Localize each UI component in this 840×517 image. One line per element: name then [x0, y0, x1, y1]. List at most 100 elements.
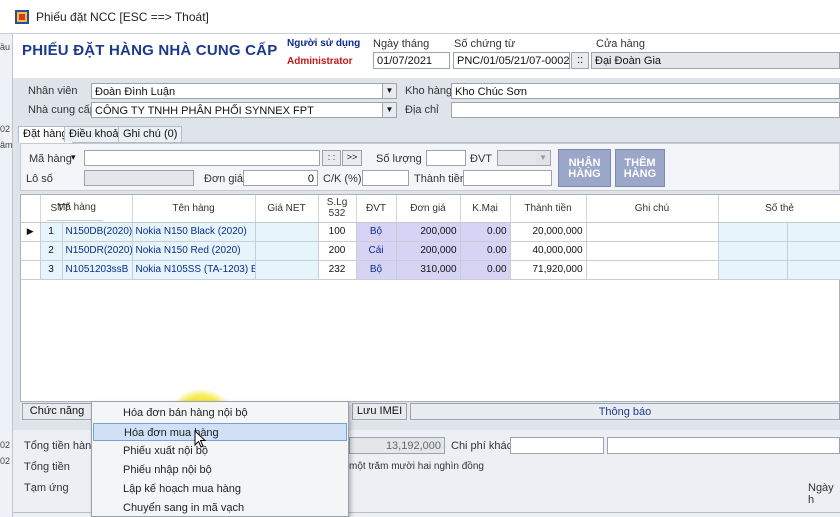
- other-cost-input[interactable]: [510, 437, 604, 454]
- save-imei-button[interactable]: Lưu IMEI: [352, 403, 407, 420]
- column-header[interactable]: ĐVT: [356, 195, 397, 223]
- cell-quantity[interactable]: 232: [318, 260, 357, 280]
- item-code-input[interactable]: [84, 150, 320, 166]
- column-header[interactable]: K.Mại: [460, 195, 511, 223]
- row-indicator: [21, 241, 41, 261]
- chevron-down-icon[interactable]: ▼: [382, 103, 396, 117]
- column-header[interactable]: Ghi chú: [586, 195, 719, 223]
- header-divider: [47, 220, 103, 221]
- cell-promo[interactable]: 0.00: [460, 241, 511, 261]
- discount-input[interactable]: [362, 170, 409, 186]
- cell-unit[interactable]: Cái: [356, 241, 397, 261]
- menu-item[interactable]: Lập kế hoạch mua hàng: [93, 480, 347, 498]
- cell-net-price[interactable]: [255, 241, 319, 261]
- table-row[interactable]: 3N1051203ssBNokia N105SS (TA-1203) Black…: [21, 260, 840, 280]
- cell-name[interactable]: Nokia N150 Black (2020): [132, 222, 256, 242]
- current-row-marker-icon: ▶: [21, 222, 41, 242]
- cell-extra[interactable]: [787, 222, 840, 242]
- column-header[interactable]: Đơn giá: [396, 195, 461, 223]
- address-field[interactable]: [451, 102, 840, 118]
- warehouse-select[interactable]: Kho Chúc Sơn: [451, 83, 840, 99]
- menu-item[interactable]: Hóa đơn bán hàng nội bộ: [93, 404, 347, 422]
- cell-price[interactable]: 310,000: [396, 260, 461, 280]
- supplier-select[interactable]: CÔNG TY TNHH PHÂN PHỐI SYNNEX FPT ▼: [91, 102, 397, 118]
- menu-item[interactable]: Phiếu nhập nội bộ: [93, 461, 347, 479]
- cell-amount[interactable]: 71,920,000: [510, 260, 587, 280]
- item-lookup-button[interactable]: : :: [322, 150, 341, 166]
- column-header[interactable]: Giá NET: [255, 195, 319, 223]
- column-header[interactable]: Thành tiền: [510, 195, 587, 223]
- menu-item[interactable]: Chuyển sang in mã vạch: [93, 499, 347, 517]
- column-header[interactable]: Tên hàng: [132, 195, 256, 223]
- chevron-down-icon[interactable]: ▼: [536, 151, 550, 165]
- table-row[interactable]: 2 N150DR(2020) Nokia N150 Red (2020) 200 Cái…: [21, 241, 840, 261]
- voucher-lookup-button[interactable]: ::: [571, 52, 589, 69]
- cell-code[interactable]: N1051203ssB: [62, 260, 133, 280]
- function-context-menu: Hóa đơn bán hàng nội bộ Hóa đơn mua hàng P…: [91, 401, 349, 517]
- employee-select[interactable]: Đoàn Đình Luận ▼: [91, 83, 397, 99]
- window-titlebar: Phiếu đặt NCC [ESC ==> Thoát]: [0, 0, 840, 34]
- cell-note[interactable]: [586, 222, 719, 242]
- cell-extra[interactable]: [787, 241, 840, 261]
- menu-item[interactable]: Hóa đơn mua hàng: [93, 423, 347, 441]
- store-field[interactable]: Đại Đoàn Gia: [591, 52, 840, 69]
- other-cost-note[interactable]: [607, 437, 840, 454]
- unit-select[interactable]: ▼: [497, 150, 551, 166]
- cell-price[interactable]: 200,000: [396, 222, 461, 242]
- cell-promo[interactable]: 0.00: [460, 222, 511, 242]
- cell-code[interactable]: N150DR(2020): [62, 241, 133, 261]
- price-input[interactable]: 0: [243, 170, 318, 186]
- strip-text: ầu: [0, 42, 11, 52]
- cell-extra[interactable]: [787, 260, 840, 280]
- price-label: Đơn giá: [204, 173, 244, 185]
- code-column-header[interactable]: Mã hàng: [57, 202, 137, 213]
- cell-amount[interactable]: 20,000,000: [510, 222, 587, 242]
- cell-quantity[interactable]: 200: [318, 241, 357, 261]
- window-title: Phiếu đặt NCC [ESC ==> Thoát]: [36, 10, 209, 24]
- cell-card[interactable]: [718, 222, 788, 242]
- cell-card[interactable]: [718, 241, 788, 261]
- amount-input[interactable]: [463, 170, 552, 186]
- chevron-down-icon[interactable]: ▼: [382, 84, 396, 98]
- column-header[interactable]: S.Lg 532: [318, 195, 357, 223]
- quantity-input[interactable]: [426, 150, 466, 166]
- lot-label: Lô số: [26, 173, 53, 185]
- cell-name[interactable]: Nokia N105SS (TA-1203) Black (2019): [132, 260, 256, 280]
- date-field[interactable]: 01/07/2021: [373, 52, 450, 69]
- cell-card[interactable]: [718, 260, 788, 280]
- function-menu-button[interactable]: Chức năng: [22, 403, 92, 420]
- menu-item[interactable]: Phiếu xuất nội bộ: [93, 442, 347, 460]
- cell-stt[interactable]: 1: [40, 222, 63, 242]
- employee-label: Nhân viên: [28, 85, 78, 97]
- cell-price[interactable]: 200,000: [396, 241, 461, 261]
- cell-name[interactable]: Nokia N150 Red (2020): [132, 241, 256, 261]
- cell-promo[interactable]: 0.00: [460, 260, 511, 280]
- voucher-field[interactable]: PNC/01/05/21/07-0002: [453, 52, 570, 69]
- cell-net-price[interactable]: [255, 222, 319, 242]
- column-header[interactable]: Số thẻ: [718, 195, 840, 223]
- cell-stt[interactable]: 2: [40, 241, 63, 261]
- background-window-strip: ầu 02 âm 02 02: [0, 34, 13, 517]
- tab-notes[interactable]: Ghi chú (0): [118, 126, 183, 142]
- chevron-down-icon[interactable]: ▾: [71, 152, 76, 163]
- table-row[interactable]: ▶ 1 N150DB(2020) Nokia N150 Black (2020) 100…: [21, 222, 840, 242]
- cell-stt[interactable]: 3: [40, 260, 63, 280]
- cell-unit[interactable]: Bộ: [356, 260, 397, 280]
- item-next-button[interactable]: >>: [342, 150, 362, 166]
- add-goods-button[interactable]: THÊM HÀNG: [615, 149, 665, 187]
- amount-label: Thành tiền: [414, 173, 466, 185]
- advance-label: Tạm ứng: [24, 482, 69, 494]
- cell-unit[interactable]: Bộ: [356, 222, 397, 242]
- quantity-label: Số lượng: [376, 153, 422, 165]
- strip-text: 02: [0, 456, 11, 466]
- cell-note[interactable]: [586, 260, 719, 280]
- cell-quantity[interactable]: 100: [318, 222, 357, 242]
- address-label: Địa chỉ: [405, 104, 439, 116]
- cell-amount[interactable]: 40,000,000: [510, 241, 587, 261]
- cell-code[interactable]: N150DB(2020): [62, 222, 133, 242]
- receive-goods-button[interactable]: NHẬN HÀNG: [558, 149, 611, 187]
- lot-input[interactable]: [84, 170, 194, 186]
- cell-note[interactable]: [586, 241, 719, 261]
- total-label: Tổng tiền: [24, 461, 70, 473]
- cell-net-price[interactable]: [255, 260, 319, 280]
